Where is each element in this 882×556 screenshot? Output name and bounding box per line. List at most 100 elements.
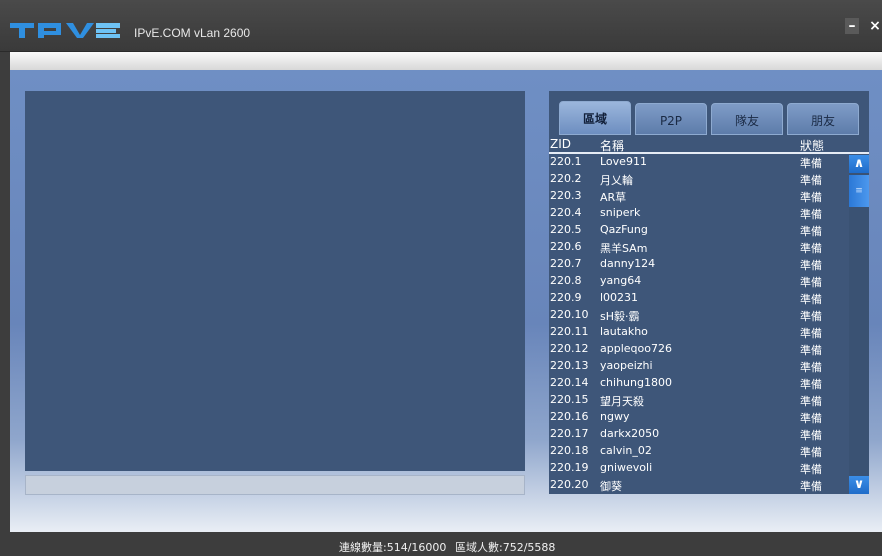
name-cell: calvin_02 [600,444,652,457]
name-cell: Love911 [600,155,647,168]
close-button[interactable]: × [868,18,882,34]
scroll-down-button[interactable]: ∨ [849,476,869,494]
title-bar: IPvE.COM vLan 2600 – × [0,0,882,52]
status-cell: 準備 [800,429,822,442]
status-cell: 準備 [800,395,822,408]
status-cell: 準備 [800,157,822,170]
list-item[interactable]: 220.9 l00231 準備 [549,289,848,306]
list-item[interactable]: 220.1 Love911 準備 [549,153,848,170]
status-cell: 準備 [800,361,822,374]
name-cell: ngwy [600,410,630,423]
zid-cell: 220.15 [550,393,589,406]
list-scrollbar[interactable]: ∧ ≡ ∨ [849,155,869,494]
name-cell: yang64 [600,274,642,287]
chat-input[interactable] [25,475,525,495]
status-cell: 準備 [800,344,822,357]
list-item[interactable]: 220.2 月乂輪 準備 [549,170,848,187]
zid-cell: 220.13 [550,359,589,372]
status-cell: 準備 [800,276,822,289]
list-header: ZID 名稱 狀態 [549,136,869,154]
list-item[interactable]: 220.4 sniperk 準備 [549,204,848,221]
status-cell: 準備 [800,293,822,306]
toolbar-strip [10,52,882,70]
header-zid[interactable]: ZID [550,137,571,151]
zid-cell: 220.2 [550,172,582,185]
zid-cell: 220.4 [550,206,582,219]
list-item[interactable]: 220.12 appleqoo726 準備 [549,340,848,357]
list-item[interactable]: 220.18 calvin_02 準備 [549,442,848,459]
zid-cell: 220.5 [550,223,582,236]
status-cell: 準備 [800,242,822,255]
list-item[interactable]: 220.11 lautakho 準備 [549,323,848,340]
zid-cell: 220.17 [550,427,589,440]
tab-bar: 區域 P2P 隊友 朋友 [549,101,869,135]
list-item[interactable]: 220.7 danny124 準備 [549,255,848,272]
header-name[interactable]: 名稱 [600,137,624,154]
tab-p2p[interactable]: P2P [635,103,707,135]
list-item[interactable]: 220.15 望月天殺 準備 [549,391,848,408]
status-cell: 準備 [800,480,822,493]
name-cell: 望月天殺 [600,395,644,408]
zone-user-count: 區域人數:752/5588 [455,541,556,554]
zid-cell: 220.7 [550,257,582,270]
name-cell: danny124 [600,257,656,270]
tab-teammates[interactable]: 隊友 [711,103,783,135]
name-cell: chihung1800 [600,376,672,389]
status-cell: 準備 [800,174,822,187]
name-cell: appleqoo726 [600,342,672,355]
status-cell: 準備 [800,259,822,272]
zid-cell: 220.9 [550,291,582,304]
zid-cell: 220.19 [550,461,589,474]
zid-cell: 220.10 [550,308,589,321]
name-cell: 御葵 [600,480,622,493]
list-item[interactable]: 220.14 chihung1800 準備 [549,374,848,391]
user-list: 220.1 Love911 準備 220.2 月乂輪 準備 220.3 AR草 準備 220.4 s… [549,153,848,494]
zid-cell: 220.14 [550,376,589,389]
name-cell: AR草 [600,191,627,204]
zid-cell: 220.16 [550,410,589,423]
name-cell: l00231 [600,291,639,304]
status-cell: 準備 [800,191,822,204]
name-cell: QazFung [600,223,648,236]
list-item[interactable]: 220.16 ngwy 準備 [549,408,848,425]
app-title: IPvE.COM vLan 2600 [134,26,251,40]
list-item[interactable]: 220.6 黑羊SAm 準備 [549,238,848,255]
list-item[interactable]: 220.19 gniwevoli 準備 [549,459,848,476]
name-cell: sniperk [600,206,641,219]
name-cell: yaopeizhi [600,359,653,372]
list-item[interactable]: 220.20 御葵 準備 [549,476,848,493]
tab-friends[interactable]: 朋友 [787,103,859,135]
list-item[interactable]: 220.17 darkx2050 準備 [549,425,848,442]
header-status[interactable]: 狀態 [800,137,824,154]
zid-cell: 220.12 [550,342,589,355]
list-item[interactable]: 220.13 yaopeizhi 準備 [549,357,848,374]
zid-cell: 220.11 [550,325,589,338]
zid-cell: 220.18 [550,444,589,457]
tab-zone[interactable]: 區域 [559,101,631,135]
status-cell: 準備 [800,310,822,323]
name-cell: gniwevoli [600,461,653,474]
name-cell: lautakho [600,325,648,338]
main-panel: 區域 P2P 隊友 朋友 ZID 名稱 狀態 220.1 Love911 準備 220… [10,70,882,532]
zid-cell: 220.6 [550,240,582,253]
name-cell: darkx2050 [600,427,660,440]
scroll-up-button[interactable]: ∧ [849,155,869,173]
status-cell: 準備 [800,378,822,391]
list-item[interactable]: 220.8 yang64 準備 [549,272,848,289]
status-cell: 準備 [800,446,822,459]
list-item[interactable]: 220.10 sH毅·霸 準備 [549,306,848,323]
user-list-panel: 區域 P2P 隊友 朋友 ZID 名稱 狀態 220.1 Love911 準備 220… [549,91,869,494]
status-bar: 連線數量:514/16000 區域人數:752/5588 [0,532,882,556]
status-cell: 準備 [800,463,822,476]
name-cell: sH毅·霸 [600,310,640,323]
zid-cell: 220.20 [550,478,589,491]
zid-cell: 220.1 [550,155,582,168]
name-cell: 月乂輪 [600,174,633,187]
scroll-thumb[interactable]: ≡ [849,175,869,207]
minimize-button[interactable]: – [845,18,859,34]
zid-cell: 220.8 [550,274,582,287]
status-cell: 準備 [800,208,822,221]
name-cell: 黑羊SAm [600,242,648,255]
list-item[interactable]: 220.3 AR草 準備 [549,187,848,204]
list-item[interactable]: 220.5 QazFung 準備 [549,221,848,238]
